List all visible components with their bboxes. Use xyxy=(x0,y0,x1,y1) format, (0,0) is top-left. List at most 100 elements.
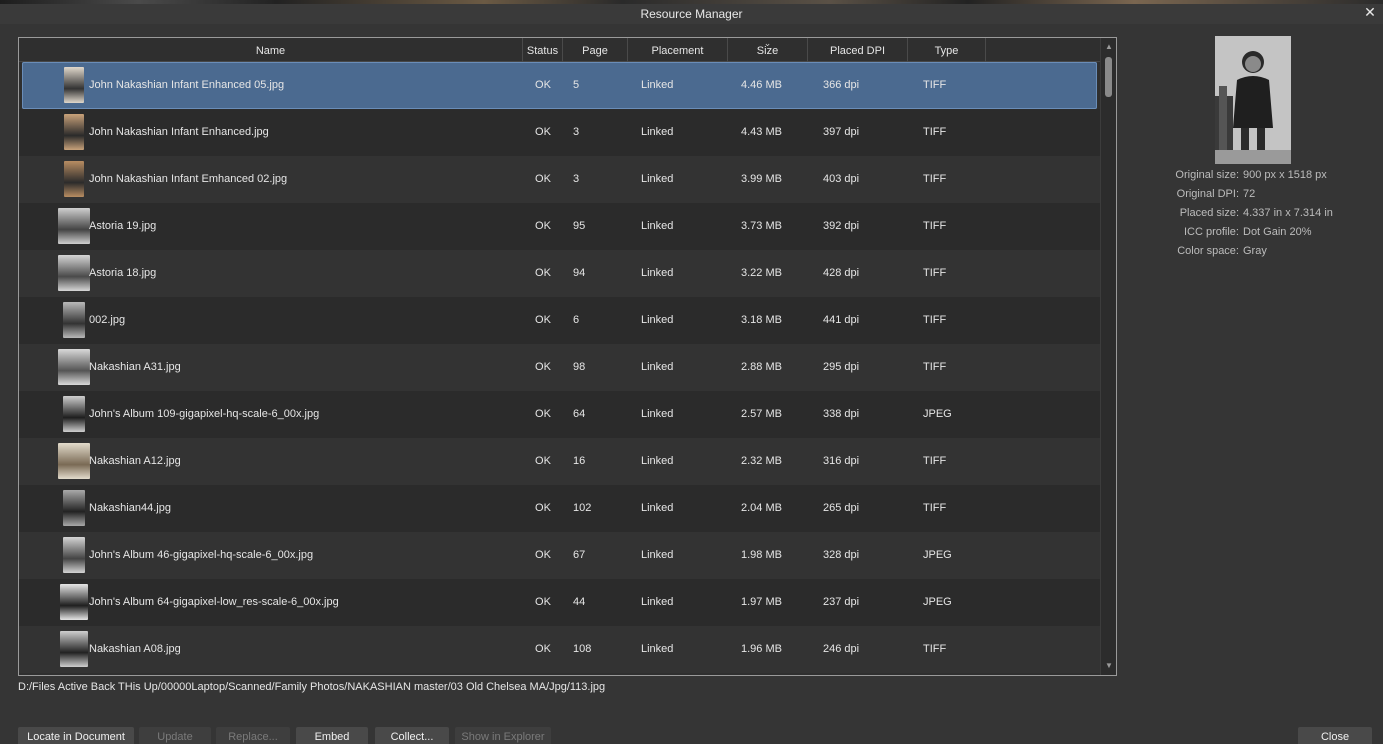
cell-status: OK xyxy=(535,643,551,655)
cell-page: 5 xyxy=(573,79,580,91)
cell-placed-dpi: 397 dpi xyxy=(823,126,860,138)
table-row[interactable]: Astoria 19.jpg OK 95 Linked 3.73 MB 392 dpi TI… xyxy=(19,203,1100,250)
cell-placed-dpi: 246 dpi xyxy=(823,643,860,655)
cell-status: OK xyxy=(535,314,551,326)
column-header-size[interactable]: ⌄ Size xyxy=(728,38,808,62)
close-button[interactable]: Close xyxy=(1298,727,1372,744)
cell-page: 6 xyxy=(573,314,580,326)
table-row[interactable]: John's Album 64-gigapixel-low_res-scale-… xyxy=(19,579,1100,626)
show-in-explorer-button[interactable]: Show in Explorer xyxy=(455,727,551,744)
image-thumbnail xyxy=(58,443,90,479)
cell-placed-dpi: 295 dpi xyxy=(823,361,860,373)
cell-page: 16 xyxy=(573,455,586,467)
cell-name: Nakashian A08.jpg xyxy=(89,643,181,655)
cell-size: 3.73 MB xyxy=(741,220,782,232)
table-row[interactable]: Nakashian A31.jpg OK 98 Linked 2.88 MB 295 dp… xyxy=(19,344,1100,391)
embed-button[interactable]: Embed xyxy=(296,727,368,744)
placed-size-label: Placed size: xyxy=(1179,207,1239,219)
image-thumbnail xyxy=(63,490,85,526)
cell-name: John's Album 64-gigapixel-low_res-scale-… xyxy=(89,596,339,608)
cell-page: 64 xyxy=(573,408,586,420)
cell-name: John Nakashian Infant Enhanced.jpg xyxy=(89,126,269,138)
image-thumbnail xyxy=(58,349,90,385)
cell-name: Nakashian A12.jpg xyxy=(89,455,181,467)
cell-placement: Linked xyxy=(641,361,674,373)
cell-placed-dpi: 338 dpi xyxy=(823,408,860,420)
image-thumbnail xyxy=(58,208,90,244)
icc-profile-row: ICC profile: Dot Gain 20% xyxy=(1120,223,1380,242)
resource-table: Name Status Page Placement ⌄ Size Placed… xyxy=(18,37,1117,676)
image-preview xyxy=(1215,36,1291,164)
table-row[interactable]: Nakashian A12.jpg OK 16 Linked 2.32 MB 316 dp… xyxy=(19,438,1100,485)
cell-status: OK xyxy=(535,220,551,232)
locate-in-document-button[interactable]: Locate in Document xyxy=(18,727,134,744)
scroll-down-arrow-icon[interactable]: ▼ xyxy=(1101,659,1116,673)
cell-size: 1.98 MB xyxy=(741,549,782,561)
image-thumbnail xyxy=(63,537,85,573)
cell-placement: Linked xyxy=(641,596,674,608)
scroll-thumb[interactable] xyxy=(1105,57,1112,97)
cell-type: TIFF xyxy=(923,455,947,467)
table-row-selected[interactable]: John Nakashian Infant Enhanced 05.jpg OK 5… xyxy=(22,62,1097,109)
column-header-type[interactable]: Type xyxy=(908,38,986,62)
table-row[interactable]: John Nakashian Infant Emhanced 02.jpg OK 3… xyxy=(19,156,1100,203)
cell-size: 3.18 MB xyxy=(741,314,782,326)
cell-type: JPEG xyxy=(923,408,952,420)
cell-name: Astoria 19.jpg xyxy=(89,220,157,232)
cell-name: John Nakashian Infant Enhanced 05.jpg xyxy=(89,79,285,91)
image-thumbnail xyxy=(58,255,90,291)
cell-size: 3.99 MB xyxy=(741,173,782,185)
cell-size: 1.97 MB xyxy=(741,596,782,608)
update-button[interactable]: Update xyxy=(139,727,211,744)
column-header-status[interactable]: Status xyxy=(523,38,563,62)
cell-placement: Linked xyxy=(641,502,674,514)
placed-size-value: 4.337 in x 7.314 in xyxy=(1243,207,1333,219)
table-row[interactable]: John's Album 109-gigapixel-hq-scale-6_00… xyxy=(19,391,1100,438)
image-thumbnail xyxy=(60,631,88,667)
cell-type: JPEG xyxy=(923,549,952,561)
image-thumbnail xyxy=(64,67,84,103)
cell-placed-dpi: 441 dpi xyxy=(823,314,860,326)
cell-page: 95 xyxy=(573,220,586,232)
table-row[interactable]: Astoria 18.jpg OK 94 Linked 3.22 MB 428 dpi TI… xyxy=(19,250,1100,297)
cell-status: OK xyxy=(535,79,551,91)
table-row[interactable]: John Nakashian Infant Enhanced.jpg OK 3 Lin… xyxy=(19,109,1100,156)
cell-page: 98 xyxy=(573,361,586,373)
column-header-page[interactable]: Page xyxy=(563,38,628,62)
cell-type: TIFF xyxy=(923,643,947,655)
placed-size-row: Placed size: 4.337 in x 7.314 in xyxy=(1120,204,1380,223)
file-path: D:/Files Active Back THis Up/00000Laptop… xyxy=(18,681,606,693)
table-row[interactable]: Nakashian A08.jpg OK 108 Linked 1.96 MB 246 d… xyxy=(19,626,1100,673)
cell-page: 94 xyxy=(573,267,586,279)
table-header: Name Status Page Placement ⌄ Size Placed… xyxy=(19,38,1100,62)
cell-placement: Linked xyxy=(641,220,674,232)
column-header-name[interactable]: Name xyxy=(19,38,523,62)
scroll-up-arrow-icon[interactable]: ▲ xyxy=(1101,40,1116,54)
close-icon[interactable]: ✕ xyxy=(1363,4,1377,20)
original-size-label: Original size: xyxy=(1175,169,1239,181)
replace-button[interactable]: Replace... xyxy=(216,727,290,744)
collect-button[interactable]: Collect... xyxy=(375,727,449,744)
cell-type: TIFF xyxy=(923,79,947,91)
icc-profile-label: ICC profile: xyxy=(1183,226,1239,238)
cell-status: OK xyxy=(535,267,551,279)
sort-descending-icon: ⌄ xyxy=(763,38,772,48)
table-row[interactable]: 002.jpg OK 6 Linked 3.18 MB 441 dpi TIFF xyxy=(19,297,1100,344)
vertical-scrollbar[interactable]: ▲ ▼ xyxy=(1100,38,1116,675)
column-header-placement[interactable]: Placement xyxy=(628,38,728,62)
cell-placed-dpi: 316 dpi xyxy=(823,455,860,467)
column-header-placed-dpi[interactable]: Placed DPI xyxy=(808,38,908,62)
image-thumbnail xyxy=(63,302,85,338)
cell-size: 2.32 MB xyxy=(741,455,782,467)
cell-size: 2.04 MB xyxy=(741,502,782,514)
table-row[interactable]: John's Album 46-gigapixel-hq-scale-6_00x… xyxy=(19,532,1100,579)
cell-type: TIFF xyxy=(923,173,947,185)
cell-placed-dpi: 366 dpi xyxy=(823,79,860,91)
cell-size: 4.43 MB xyxy=(741,126,782,138)
cell-placed-dpi: 237 dpi xyxy=(823,596,860,608)
table-row[interactable]: Nakashian44.jpg OK 102 Linked 2.04 MB 265 dpi… xyxy=(19,485,1100,532)
cell-size: 1.96 MB xyxy=(741,643,782,655)
cell-page: 67 xyxy=(573,549,586,561)
color-space-value: Gray xyxy=(1243,245,1267,257)
cell-placement: Linked xyxy=(641,126,674,138)
